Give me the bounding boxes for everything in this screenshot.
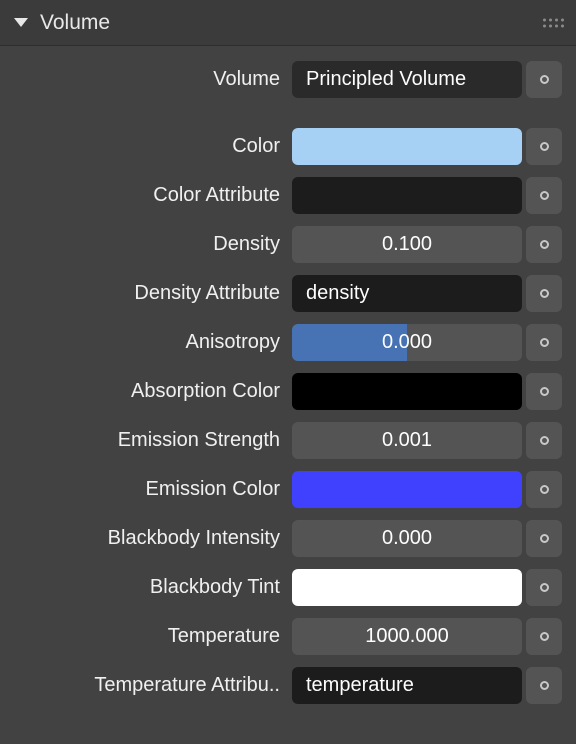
color-swatch[interactable] [292, 128, 522, 165]
label-temperature: Temperature [14, 618, 292, 655]
socket-icon [540, 338, 549, 347]
blackbody-tint-swatch[interactable] [292, 569, 522, 606]
label-density-attribute: Density Attribute [14, 275, 292, 312]
row-emission-color: Emission Color [14, 471, 562, 508]
density-attribute-node-socket[interactable] [526, 275, 562, 312]
row-density-attribute: Density Attribute density [14, 275, 562, 312]
socket-icon [540, 191, 549, 200]
socket-icon [540, 681, 549, 690]
label-temperature-attribute: Temperature Attribu.. [14, 667, 292, 704]
row-absorption-color: Absorption Color [14, 373, 562, 410]
blackbody-tint-node-socket[interactable] [526, 569, 562, 606]
emission-strength-slider[interactable]: 0.001 [292, 422, 522, 459]
socket-icon [540, 289, 549, 298]
socket-icon [540, 534, 549, 543]
emission-strength-value: 0.001 [382, 429, 432, 452]
label-density: Density [14, 226, 292, 263]
panel-header[interactable]: Volume [0, 0, 576, 46]
temperature-node-socket[interactable] [526, 618, 562, 655]
density-slider[interactable]: 0.100 [292, 226, 522, 263]
socket-icon [540, 632, 549, 641]
density-attribute-value: density [306, 282, 369, 305]
color-node-socket[interactable] [526, 128, 562, 165]
density-attribute-input[interactable]: density [292, 275, 522, 312]
socket-icon [540, 75, 549, 84]
temperature-value: 1000.000 [365, 625, 448, 648]
label-color-attribute: Color Attribute [14, 177, 292, 214]
temperature-attribute-node-socket[interactable] [526, 667, 562, 704]
label-emission-strength: Emission Strength [14, 422, 292, 459]
socket-icon [540, 240, 549, 249]
anisotropy-slider[interactable]: 0.000 [292, 324, 522, 361]
row-density: Density 0.100 [14, 226, 562, 263]
row-color: Color [14, 128, 562, 165]
emission-color-node-socket[interactable] [526, 471, 562, 508]
volume-node-socket[interactable] [526, 61, 562, 98]
anisotropy-node-socket[interactable] [526, 324, 562, 361]
row-temperature: Temperature 1000.000 [14, 618, 562, 655]
density-value: 0.100 [382, 233, 432, 256]
blackbody-intensity-slider[interactable]: 0.000 [292, 520, 522, 557]
label-emission-color: Emission Color [14, 471, 292, 508]
label-anisotropy: Anisotropy [14, 324, 292, 361]
socket-icon [540, 583, 549, 592]
volume-dropdown-value: Principled Volume [306, 68, 466, 91]
row-blackbody-intensity: Blackbody Intensity 0.000 [14, 520, 562, 557]
drag-handle-icon[interactable] [543, 18, 564, 27]
socket-icon [540, 387, 549, 396]
row-temperature-attribute: Temperature Attribu.. temperature [14, 667, 562, 704]
row-volume: Volume Principled Volume [14, 61, 562, 98]
panel-title: Volume [40, 11, 110, 35]
absorption-color-node-socket[interactable] [526, 373, 562, 410]
emission-strength-node-socket[interactable] [526, 422, 562, 459]
color-attribute-input[interactable] [292, 177, 522, 214]
anisotropy-value: 0.000 [382, 331, 432, 354]
row-color-attribute: Color Attribute [14, 177, 562, 214]
density-node-socket[interactable] [526, 226, 562, 263]
temperature-attribute-input[interactable]: temperature [292, 667, 522, 704]
socket-icon [540, 485, 549, 494]
blackbody-intensity-node-socket[interactable] [526, 520, 562, 557]
temperature-slider[interactable]: 1000.000 [292, 618, 522, 655]
emission-color-swatch[interactable] [292, 471, 522, 508]
row-anisotropy: Anisotropy 0.000 [14, 324, 562, 361]
row-blackbody-tint: Blackbody Tint [14, 569, 562, 606]
label-blackbody-intensity: Blackbody Intensity [14, 520, 292, 557]
volume-dropdown[interactable]: Principled Volume [292, 61, 522, 98]
color-attribute-node-socket[interactable] [526, 177, 562, 214]
blackbody-intensity-value: 0.000 [382, 527, 432, 550]
absorption-color-swatch[interactable] [292, 373, 522, 410]
temperature-attribute-value: temperature [306, 674, 414, 697]
label-volume: Volume [14, 61, 292, 98]
socket-icon [540, 436, 549, 445]
disclosure-triangle-icon[interactable] [14, 18, 28, 27]
row-emission-strength: Emission Strength 0.001 [14, 422, 562, 459]
label-color: Color [14, 128, 292, 165]
label-absorption-color: Absorption Color [14, 373, 292, 410]
label-blackbody-tint: Blackbody Tint [14, 569, 292, 606]
socket-icon [540, 142, 549, 151]
panel-body: Volume Principled Volume Color Color Att… [0, 46, 576, 728]
